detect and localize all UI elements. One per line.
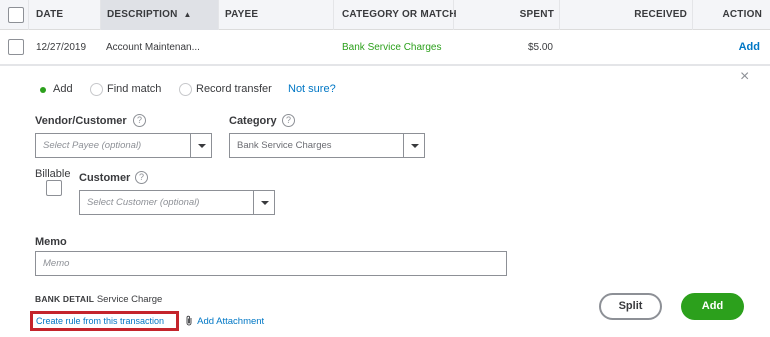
header-divider bbox=[100, 0, 101, 30]
category-select[interactable]: Bank Service Charges bbox=[229, 133, 425, 158]
column-header-payee[interactable]: PAYEE bbox=[225, 0, 258, 30]
customer-select[interactable]: Select Customer (optional) bbox=[79, 190, 275, 215]
add-button[interactable]: Add bbox=[681, 293, 744, 320]
vendor-customer-label: Vendor/Customer bbox=[35, 115, 127, 127]
table-header: DATE DESCRIPTION ▲ PAYEE CATEGORY OR MAT… bbox=[0, 0, 770, 30]
header-divider bbox=[218, 0, 219, 30]
close-icon[interactable]: × bbox=[740, 69, 749, 85]
radio-find-match[interactable] bbox=[90, 83, 103, 96]
header-divider bbox=[28, 0, 29, 30]
memo-label: Memo bbox=[35, 236, 67, 248]
chevron-down-icon[interactable] bbox=[190, 134, 211, 157]
customer-help-icon[interactable]: ? bbox=[135, 171, 148, 184]
column-header-date[interactable]: DATE bbox=[36, 0, 63, 30]
header-divider bbox=[333, 0, 334, 30]
not-sure-link[interactable]: Not sure? bbox=[288, 82, 336, 96]
sort-ascending-icon: ▲ bbox=[183, 10, 192, 19]
add-attachment-link[interactable]: Add Attachment bbox=[185, 315, 264, 328]
vendor-customer-placeholder: Select Payee (optional) bbox=[43, 140, 142, 151]
paperclip-icon bbox=[186, 315, 192, 326]
memo-input[interactable]: Memo bbox=[35, 251, 507, 276]
column-header-category[interactable]: CATEGORY OR MATCH bbox=[342, 0, 457, 30]
memo-placeholder: Memo bbox=[43, 258, 70, 269]
select-all-checkbox[interactable] bbox=[8, 7, 24, 23]
radio-record-transfer-label[interactable]: Record transfer bbox=[196, 82, 272, 96]
bank-detail-label: BANK DETAIL bbox=[35, 294, 95, 304]
add-attachment-label: Add Attachment bbox=[197, 316, 265, 327]
bank-detail-value: Service Charge bbox=[96, 294, 163, 305]
row-add-action-link[interactable]: Add bbox=[693, 30, 760, 65]
customer-placeholder: Select Customer (optional) bbox=[87, 197, 200, 208]
chevron-down-icon[interactable] bbox=[403, 134, 424, 157]
chevron-down-icon[interactable] bbox=[253, 191, 274, 214]
billable-checkbox[interactable] bbox=[46, 180, 62, 196]
customer-label: Customer bbox=[79, 172, 131, 184]
radio-add-label[interactable]: Add bbox=[53, 82, 73, 96]
radio-record-transfer[interactable] bbox=[179, 83, 192, 96]
row-category: Bank Service Charges bbox=[342, 42, 442, 53]
category-label: Category bbox=[229, 115, 277, 127]
row-description: Account Maintenan... bbox=[106, 42, 200, 53]
column-header-description-label: DESCRIPTION bbox=[107, 9, 178, 20]
bank-detail: BANK DETAIL Service Charge bbox=[35, 294, 162, 305]
split-button[interactable]: Split bbox=[599, 293, 662, 320]
category-help-icon[interactable]: ? bbox=[282, 114, 295, 127]
column-header-action: ACTION bbox=[722, 9, 762, 20]
billable-label: Billable bbox=[35, 168, 71, 180]
radio-add[interactable] bbox=[36, 83, 49, 96]
radio-find-match-label[interactable]: Find match bbox=[107, 82, 161, 96]
column-header-spent[interactable]: SPENT bbox=[454, 0, 554, 30]
row-spent: $5.00 bbox=[527, 42, 553, 53]
table-row[interactable]: 12/27/2019 Account Maintenan... Bank Ser… bbox=[0, 30, 770, 65]
row-checkbox[interactable] bbox=[8, 39, 24, 55]
column-header-received[interactable]: RECEIVED bbox=[560, 0, 687, 30]
create-rule-link[interactable]: Create rule from this transaction bbox=[36, 314, 164, 328]
category-value: Bank Service Charges bbox=[237, 140, 332, 151]
vendor-help-icon[interactable]: ? bbox=[133, 114, 146, 127]
vendor-customer-select[interactable]: Select Payee (optional) bbox=[35, 133, 212, 158]
row-date: 12/27/2019 bbox=[36, 42, 87, 53]
row-received bbox=[560, 30, 687, 65]
column-header-description[interactable]: DESCRIPTION ▲ bbox=[107, 0, 192, 30]
